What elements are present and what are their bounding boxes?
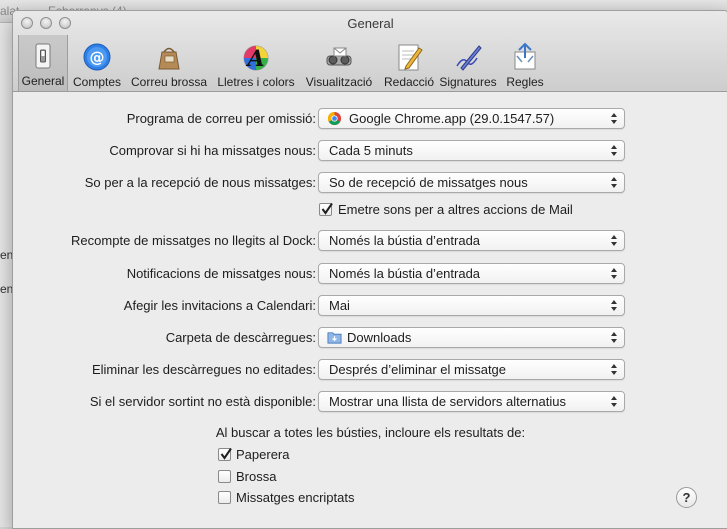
tab-label: Comptes (72, 75, 122, 89)
general-pane: Programa de correu per omissió: Google C… (13, 92, 727, 528)
junk-bag-icon (158, 47, 180, 70)
search-trash-checkbox[interactable] (218, 447, 232, 461)
search-encrypted-label: Missatges encriptats (236, 490, 355, 505)
at-icon: @ (83, 43, 111, 71)
tab-composing[interactable]: Redacció (379, 36, 439, 90)
tab-label: Redacció (383, 75, 435, 89)
dock-unread-label: Recompte de missatges no llegits al Dock… (71, 233, 316, 248)
checkmark-icon (220, 447, 232, 460)
popup-value: Mostrar una llista de servidors alternat… (329, 394, 566, 409)
downloads-popup[interactable]: Downloads (318, 327, 625, 348)
chevron-updown-icon (611, 395, 618, 408)
signatures-icon (456, 45, 482, 71)
check-mail-popup[interactable]: Cada 5 minuts (318, 140, 625, 161)
default-mail-label: Programa de correu per omissió: (126, 111, 316, 126)
tab-label: Lletres i colors (217, 75, 295, 89)
composing-icon (398, 44, 423, 71)
popup-value: So de recepció de missatges nous (329, 175, 528, 190)
notifications-label: Notificacions de missatges nous: (126, 266, 316, 281)
remove-downloads-label: Eliminar les descàrregues no editades: (91, 362, 316, 377)
tab-fonts-colors[interactable]: A Lletres i colors (213, 36, 299, 90)
calendar-label: Afegir les invitacions a Calendari: (123, 298, 316, 313)
calendar-popup[interactable]: Mai (318, 295, 625, 316)
popup-value: Després d’eliminar el missatge (329, 362, 507, 377)
remove-downloads-popup[interactable]: Després d’eliminar el missatge (318, 359, 625, 380)
chevron-updown-icon (611, 234, 618, 247)
folder-icon (327, 332, 342, 344)
window-title: General (347, 16, 394, 31)
tab-rules[interactable]: Regles (501, 36, 549, 90)
tab-label: Visualització (305, 75, 373, 89)
tab-label: General (21, 74, 65, 88)
chevron-updown-icon (611, 331, 618, 344)
rules-icon (514, 42, 536, 70)
toolbar: General General @ Comptes Correu brossa … (13, 11, 727, 92)
play-sounds-label: Emetre sons per a altres accions de Mail (338, 202, 573, 217)
dock-unread-popup[interactable]: Només la bústia d’entrada (318, 230, 625, 251)
chevron-updown-icon (611, 176, 618, 189)
checkmark-icon (321, 202, 333, 215)
popup-value: Downloads (347, 330, 412, 345)
chrome-icon (327, 111, 342, 126)
search-junk-label: Brossa (236, 469, 277, 484)
check-mail-label: Comprovar si hi ha missatges nous: (109, 143, 316, 158)
tab-label: Signatures (439, 75, 497, 89)
tab-accounts[interactable]: @ Comptes (70, 36, 124, 90)
notifications-popup[interactable]: Només la bústia d’entrada (318, 263, 625, 284)
tab-signatures[interactable]: Signatures (438, 36, 498, 90)
help-button[interactable]: ? (676, 487, 697, 508)
search-trash-label: Paperera (236, 447, 290, 462)
svg-text:A: A (245, 46, 264, 72)
search-heading: Al buscar a totes les bústies, incloure … (215, 425, 526, 440)
preferences-window: General General @ Comptes Correu brossa … (12, 10, 727, 529)
search-junk-checkbox[interactable] (218, 470, 231, 483)
tab-junk-mail[interactable]: Correu brossa (127, 36, 211, 90)
new-mail-sound-label: So per a la recepció de nous missatges: (84, 175, 316, 190)
popup-value: Només la bústia d’entrada (329, 233, 481, 248)
default-mail-popup[interactable]: Google Chrome.app (29.0.1547.57) (318, 108, 625, 129)
chevron-updown-icon (611, 267, 618, 280)
switch-icon (35, 43, 51, 69)
downloads-label: Carpeta de descàrregues: (165, 330, 316, 345)
popup-value: Google Chrome.app (29.0.1547.57) (349, 111, 555, 126)
tab-viewing[interactable]: Visualització (302, 36, 376, 90)
fonts-colors-icon: A (243, 45, 269, 72)
outgoing-server-popup[interactable]: Mostrar una llista de servidors alternat… (318, 391, 625, 412)
popup-value: Mai (329, 298, 350, 313)
popup-value: Cada 5 minuts (329, 143, 413, 158)
chevron-updown-icon (611, 299, 618, 312)
svg-text:@: @ (90, 49, 105, 67)
tab-general[interactable]: General (18, 35, 68, 91)
outgoing-server-label: Si el servidor sortint no està disponibl… (89, 394, 316, 409)
play-sounds-checkbox[interactable] (319, 202, 333, 216)
chevron-updown-icon (611, 144, 618, 157)
popup-value: Només la bústia d’entrada (329, 266, 481, 281)
chevron-updown-icon (611, 112, 618, 125)
search-encrypted-checkbox[interactable] (218, 491, 231, 504)
new-mail-sound-popup[interactable]: So de recepció de missatges nous (318, 172, 625, 193)
tab-label: Correu brossa (130, 75, 208, 89)
viewing-icon (326, 47, 352, 66)
tab-label: Regles (506, 75, 544, 89)
chevron-updown-icon (611, 363, 618, 376)
